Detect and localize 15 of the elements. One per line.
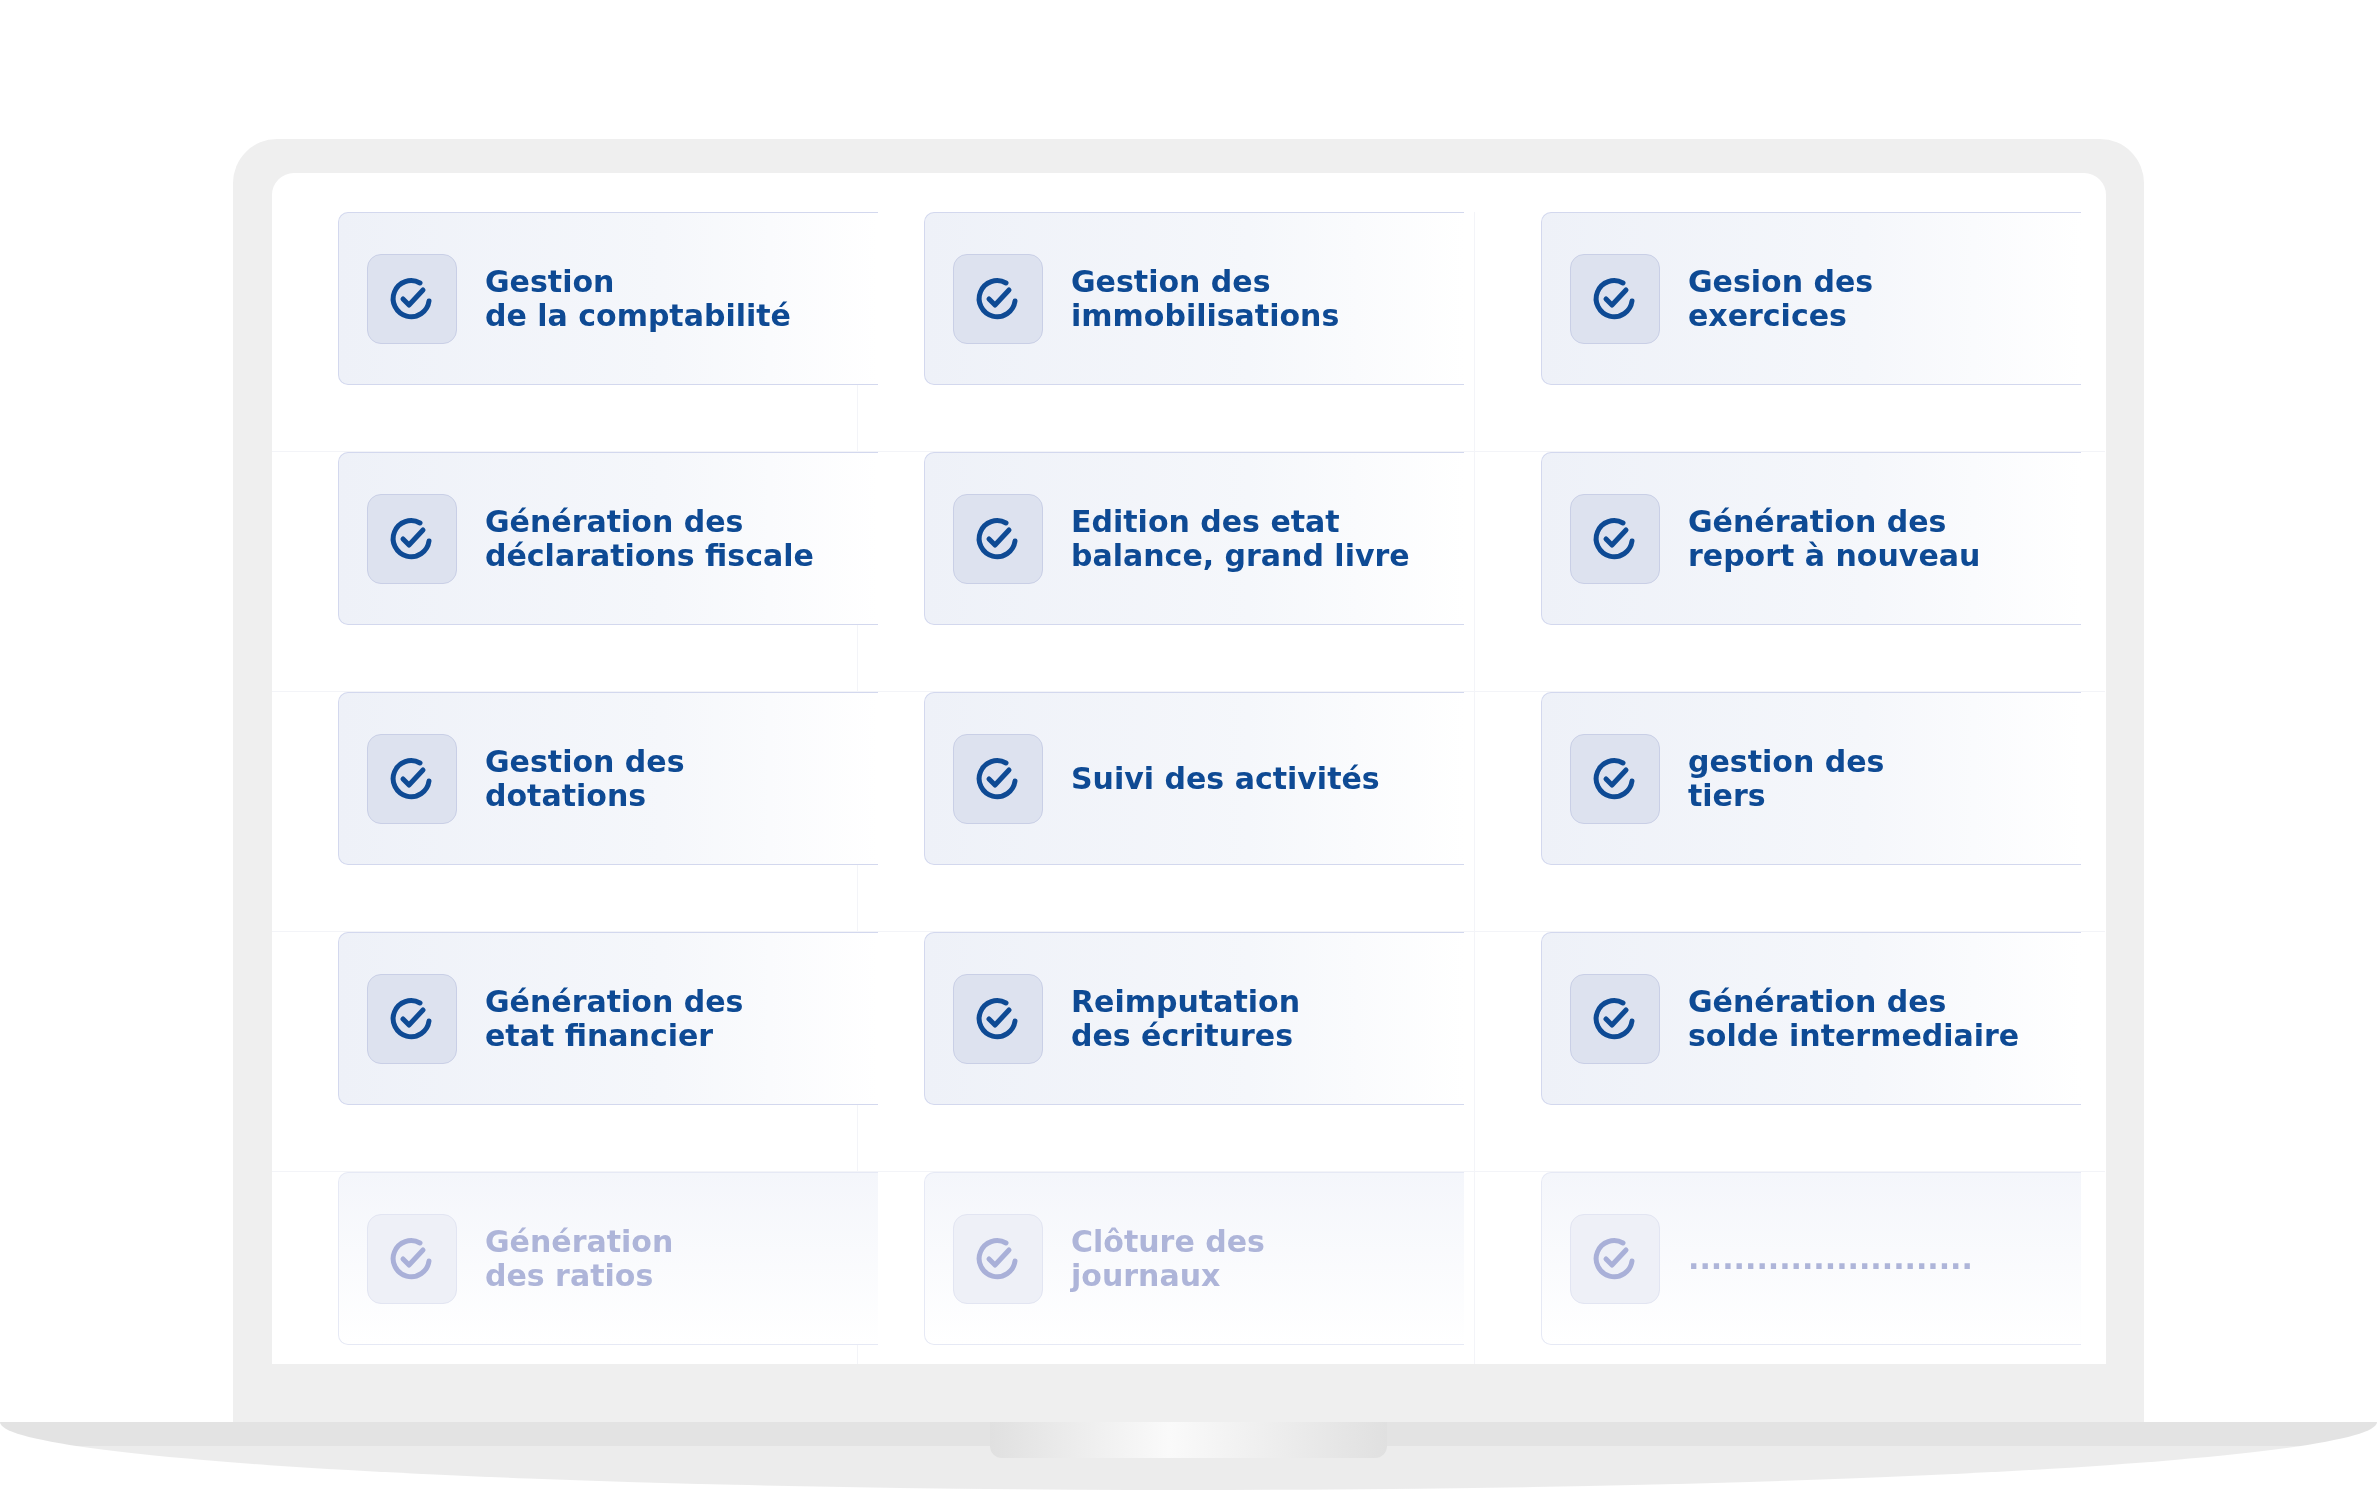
feature-label: gestion des tiers (1688, 744, 1885, 813)
feature-label: Gestion de la comptabilité (485, 264, 791, 333)
feature-label: Clôture des journaux (1071, 1224, 1265, 1293)
feature-label: Génération des solde intermediaire (1688, 984, 2020, 1053)
feature-label: Edition des etat balance, grand livre (1071, 504, 1410, 573)
feature-label: Suivi des activités (1071, 761, 1380, 796)
feature-label: Gestion des dotations (485, 744, 685, 813)
feature-label: Génération des report à nouveau (1688, 504, 1981, 573)
feature-label: Reimputation des écritures (1071, 984, 1300, 1053)
feature-label: Génération des etat financier (485, 984, 744, 1053)
feature-label: Génération des déclarations fiscale (485, 504, 814, 573)
feature-label: ......................... (1688, 1241, 1973, 1276)
feature-label: Gesion des exercices (1688, 264, 1874, 333)
feature-label: Gestion des immobilisations (1071, 264, 1340, 333)
feature-label: Génération des ratios (485, 1224, 674, 1293)
